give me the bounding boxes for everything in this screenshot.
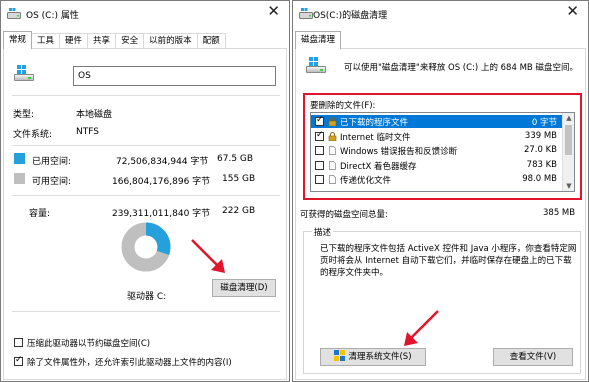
divider [12, 195, 280, 196]
window-title: OS(C:)的磁盘清理 [313, 11, 388, 21]
file-icon [329, 175, 336, 184]
file-size: 0 字节 [531, 118, 557, 128]
file-name: 已下载的程序文件 [340, 118, 409, 128]
file-list-item[interactable]: Internet 临时文件 339 MB [311, 130, 563, 143]
description-line-3: 的程序文件夹中。 [320, 268, 389, 278]
tab-hardware[interactable]: 硬件 [59, 33, 89, 49]
tab-quota[interactable]: 配额 [196, 33, 226, 49]
clean-system-files-label: 清理系统文件(S) [348, 352, 412, 362]
file-size: 27.0 KB [523, 145, 557, 155]
tab-security[interactable]: 安全 [115, 33, 145, 49]
view-files-button[interactable]: 查看文件(V) [493, 348, 573, 366]
tab-tools[interactable]: 工具 [31, 33, 61, 49]
drive-icon [306, 57, 328, 75]
description-line-2: 页时将会从 Internet 自动下载它们，并临时保存在硬盘上的已下载 [320, 256, 572, 266]
properties-window: OS (C:) 属性 ✕ 常规 工具 硬件 共享 安全 以前的版本 配额 OS 类型: 本地… [0, 0, 290, 382]
disk-cleanup-window: OS(C:)的磁盘清理 ✕ 磁盘清理 可以使用"磁盘清理"来释放 OS (C:)… [292, 0, 589, 382]
divider [12, 145, 280, 146]
tab-previous-versions[interactable]: 以前的版本 [143, 33, 198, 49]
index-label: 除了文件属性外，还允许索引此驱动器上文件的内容(I) [27, 358, 232, 368]
file-icon [329, 146, 336, 155]
file-list-item[interactable]: 已下载的程序文件 0 字节 [311, 115, 563, 128]
file-checkbox[interactable] [315, 175, 324, 184]
file-size: 783 KB [526, 159, 557, 170]
index-checkbox[interactable] [14, 355, 23, 366]
file-name: 传递优化文件 [340, 176, 392, 186]
type-label: 类型: [13, 110, 35, 120]
cleanup-panel: 可以使用"磁盘清理"来释放 OS (C:) 上的 684 MB 磁盘空间。 要删… [295, 48, 586, 380]
drive-icon [14, 65, 36, 83]
divider [12, 95, 280, 96]
filesystem-value: NTFS [76, 127, 99, 137]
drive-icon [7, 8, 21, 19]
tab-strip: 磁盘清理 [295, 31, 342, 49]
filesystem-label: 文件系统: [13, 130, 53, 140]
total-space-label: 可获得的磁盘空间总量: [300, 210, 388, 220]
file-list-item[interactable]: DirectX 着色器缓存 783 KB [311, 159, 563, 172]
list-scrollbar[interactable]: ▲ ▼ [562, 113, 574, 191]
window-title: OS (C:) 属性 [26, 11, 79, 21]
properties-titlebar: OS (C:) 属性 ✕ [1, 1, 289, 27]
capacity-gb: 222 GB [222, 206, 256, 216]
used-space-swatch [14, 153, 25, 164]
file-name: Windows 错误报告和反馈诊断 [340, 147, 458, 157]
file-list-item[interactable]: Windows 错误报告和反馈诊断 27.0 KB [311, 144, 563, 157]
description-label: 描述 [312, 226, 334, 238]
file-name: Internet 临时文件 [340, 132, 411, 143]
drive-name-input[interactable]: OS [73, 66, 276, 86]
capacity-bytes: 239,311,011,840 字节 [112, 209, 211, 219]
file-size: 339 MB [524, 130, 557, 141]
close-icon[interactable]: ✕ [267, 4, 280, 19]
disk-usage-donut [121, 222, 171, 272]
used-space-label: 已用空间: [32, 157, 72, 167]
description-group: 描述 已下载的程序文件包括 ActiveX 控件和 Java 小程序，你查看特定… [303, 226, 581, 374]
lock-icon [328, 131, 337, 141]
drive-letter-label: 驱动器 C: [127, 292, 167, 302]
red-arrow-annotation [404, 310, 439, 346]
total-space-value: 385 MB [543, 208, 576, 218]
disk-cleanup-button[interactable]: 磁盘清理(D) [212, 279, 276, 297]
general-panel: OS 类型: 本地磁盘 文件系统: NTFS 已用空间: 72,506,834,… [3, 48, 287, 380]
tab-strip: 常规 工具 硬件 共享 安全 以前的版本 配额 [3, 31, 226, 49]
file-checkbox[interactable] [315, 130, 324, 141]
description-line-1: 已下载的程序文件包括 ActiveX 控件和 Java 小程序，你查看特定网 [320, 244, 577, 254]
free-space-swatch [14, 173, 25, 184]
file-checkbox[interactable] [315, 115, 324, 126]
tab-general[interactable]: 常规 [3, 31, 33, 49]
type-value: 本地磁盘 [76, 110, 113, 120]
file-size: 98.0 MB [522, 174, 557, 184]
file-list-item[interactable]: 传递优化文件 98.0 MB [311, 173, 563, 186]
cleanup-summary: 可以使用"磁盘清理"来释放 OS (C:) 上的 684 MB 磁盘空间。 [344, 63, 578, 73]
red-arrow-annotation [191, 239, 225, 273]
used-space-bytes: 72,506,834,944 字节 [116, 157, 209, 167]
file-checkbox[interactable] [315, 160, 324, 170]
capacity-label: 容量: [29, 209, 51, 219]
lock-icon [328, 117, 337, 126]
cleanup-titlebar: OS(C:)的磁盘清理 ✕ [293, 1, 588, 27]
divider [12, 311, 280, 312]
file-checkbox[interactable] [315, 146, 324, 155]
file-name: DirectX 着色器缓存 [340, 161, 417, 172]
file-icon [329, 160, 336, 170]
files-list[interactable]: 已下载的程序文件 0 字节 Internet 临时文件 339 MB Windows 错… [310, 112, 575, 192]
free-space-gb: 155 GB [222, 174, 256, 184]
used-space-gb: 67.5 GB [217, 154, 254, 164]
free-space-bytes: 166,804,176,896 字节 [112, 177, 211, 187]
tab-sharing[interactable]: 共享 [87, 33, 117, 49]
scroll-down-icon[interactable]: ▼ [563, 181, 574, 191]
scroll-thumb[interactable] [565, 125, 572, 155]
close-icon[interactable]: ✕ [566, 4, 579, 19]
tab-disk-cleanup[interactable]: 磁盘清理 [295, 31, 342, 49]
scroll-up-icon[interactable]: ▲ [563, 113, 574, 123]
drive-icon [299, 8, 313, 19]
free-space-label: 可用空间: [32, 177, 72, 187]
compress-checkbox[interactable] [14, 338, 23, 347]
compress-label: 压缩此驱动器以节约磁盘空间(C) [27, 339, 151, 349]
files-to-delete-label: 要删除的文件(F): [310, 101, 376, 111]
shield-icon [334, 350, 346, 361]
